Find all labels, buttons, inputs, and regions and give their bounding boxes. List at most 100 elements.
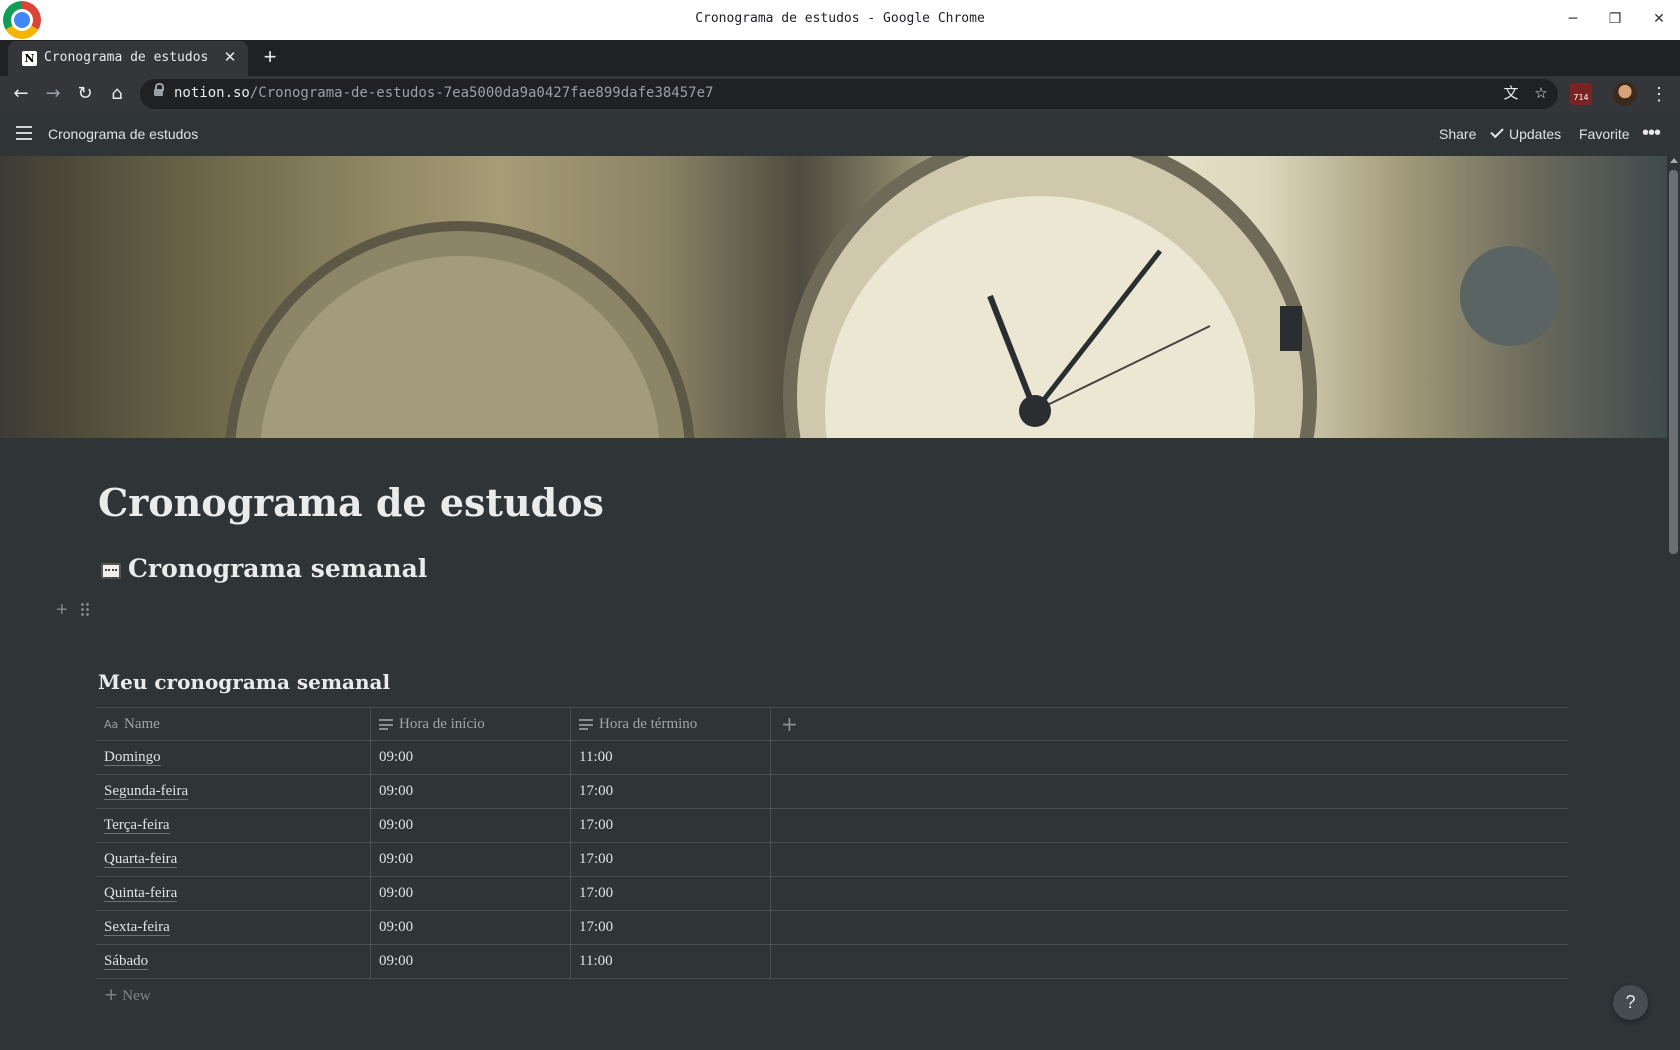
tab-close-button[interactable]: ✕ (220, 48, 240, 68)
table-row[interactable]: Segunda-feira 09:00 17:00 (96, 775, 1568, 809)
end-time-cell[interactable]: 17:00 (571, 877, 771, 911)
add-column-cell: + (771, 708, 1568, 742)
start-time-cell[interactable]: 09:00 (371, 775, 571, 809)
column-header-end[interactable]: Hora de término (571, 708, 771, 742)
column-header-label: Hora de início (399, 716, 485, 732)
name-cell[interactable]: Terça-feira (96, 809, 371, 843)
column-header-label: Hora de término (599, 716, 698, 732)
empty-cell (771, 775, 1568, 809)
end-time-cell[interactable]: 17:00 (571, 809, 771, 843)
empty-cell (771, 741, 1568, 775)
plus-icon: + (104, 985, 119, 1005)
name-cell[interactable]: Domingo (96, 741, 371, 775)
reload-button[interactable]: ↻ (72, 81, 98, 107)
end-time-cell[interactable]: 17:00 (571, 775, 771, 809)
notion-favicon-icon: N (22, 51, 37, 66)
name-cell[interactable]: Sábado (96, 945, 371, 979)
name-cell[interactable]: Quarta-feira (96, 843, 371, 877)
name-cell[interactable]: Quinta-feira (96, 877, 371, 911)
profile-avatar[interactable] (1613, 82, 1637, 106)
row-name[interactable]: Quinta-feira (104, 885, 178, 902)
start-time-cell[interactable]: 09:00 (371, 945, 571, 979)
window-titlebar: Cronograma de estudos - Google Chrome ─ … (0, 0, 1680, 40)
empty-cell (771, 809, 1568, 843)
breadcrumb[interactable]: Cronograma de estudos (48, 126, 198, 142)
row-name[interactable]: Terça-feira (104, 817, 170, 834)
column-header-start[interactable]: Hora de início (371, 708, 571, 742)
add-block-icon[interactable]: + (56, 598, 68, 622)
row-name[interactable]: Domingo (104, 749, 161, 766)
forward-button[interactable]: → (40, 81, 66, 107)
tab-strip: N Cronograma de estudos ✕ + (0, 40, 1680, 76)
lock-icon[interactable] (154, 83, 164, 99)
table-header-row: Aa Name Hora de início Hora de término + (96, 707, 1568, 742)
home-button[interactable]: ⌂ (104, 81, 130, 107)
url-host: notion.so (174, 85, 250, 101)
url-path: /Cronograma-de-estudos-7ea5000da9a0427fa… (249, 85, 714, 101)
restore-button[interactable]: ❐ (1604, 8, 1626, 30)
extension-icon[interactable]: 714 (1570, 83, 1592, 105)
updates-button[interactable]: Updates (1509, 126, 1561, 142)
name-cell[interactable]: Segunda-feira (96, 775, 371, 809)
text-property-icon (579, 719, 593, 731)
end-time-cell[interactable]: 11:00 (571, 741, 771, 775)
row-name[interactable]: Sábado (104, 953, 149, 970)
row-name[interactable]: Segunda-feira (104, 783, 189, 800)
minimize-button[interactable]: ─ (1562, 8, 1584, 30)
cover-image[interactable] (0, 156, 1667, 438)
more-options-icon[interactable]: ••• (1642, 122, 1661, 145)
notion-topbar: Cronograma de estudos Share Updates Favo… (0, 112, 1680, 156)
page-scrollbar[interactable] (1667, 156, 1680, 1050)
new-row-button[interactable]: + New (96, 979, 1568, 1011)
scroll-up-arrow-icon[interactable] (1670, 158, 1678, 163)
scroll-thumb[interactable] (1669, 170, 1678, 554)
title-property-icon: Aa (104, 718, 119, 731)
text-property-icon (379, 719, 393, 731)
browser-toolbar: ← → ↻ ⌂ notion.so/Cronograma-de-estudos-… (0, 76, 1680, 112)
address-bar[interactable]: notion.so/Cronograma-de-estudos-7ea5000d… (140, 79, 1558, 109)
back-button[interactable]: ← (8, 81, 34, 107)
end-time-cell[interactable]: 11:00 (571, 945, 771, 979)
favorite-button[interactable]: Favorite (1579, 126, 1630, 142)
calendar-emoji-icon (101, 563, 121, 579)
page-title[interactable]: Cronograma de estudos (98, 480, 604, 525)
table-row[interactable]: Quarta-feira 09:00 17:00 (96, 843, 1568, 877)
section-heading[interactable]: Cronograma semanal (128, 554, 427, 583)
url-text[interactable]: notion.so/Cronograma-de-estudos-7ea5000d… (174, 85, 713, 101)
row-name[interactable]: Quarta-feira (104, 851, 178, 868)
check-icon (1490, 124, 1504, 139)
table-row[interactable]: Domingo 09:00 11:00 (96, 741, 1568, 775)
start-time-cell[interactable]: 09:00 (371, 877, 571, 911)
help-button[interactable]: ? (1613, 985, 1648, 1020)
table-row[interactable]: Terça-feira 09:00 17:00 (96, 809, 1568, 843)
end-time-cell[interactable]: 17:00 (571, 911, 771, 945)
drag-handle-icon[interactable] (80, 602, 90, 618)
sidebar-toggle-icon[interactable] (16, 126, 32, 140)
table-row[interactable]: Sábado 09:00 11:00 (96, 945, 1568, 979)
window-title: Cronograma de estudos - Google Chrome (695, 11, 985, 26)
empty-cell (771, 911, 1568, 945)
new-tab-button[interactable]: + (258, 46, 282, 70)
bookmark-star-icon[interactable]: ☆ (1530, 83, 1552, 105)
chrome-menu-icon[interactable]: ⋮ (1649, 81, 1669, 107)
table-row[interactable]: Quinta-feira 09:00 17:00 (96, 877, 1568, 911)
column-header-name[interactable]: Aa Name (96, 708, 371, 742)
close-window-button[interactable]: ✕ (1648, 8, 1670, 30)
tab-title: Cronograma de estudos (44, 50, 209, 65)
row-name[interactable]: Sexta-feira (104, 919, 170, 936)
translate-icon[interactable]: 文 (1500, 83, 1522, 105)
table-row[interactable]: Sexta-feira 09:00 17:00 (96, 911, 1568, 945)
empty-cell (771, 843, 1568, 877)
start-time-cell[interactable]: 09:00 (371, 843, 571, 877)
share-button[interactable]: Share (1439, 126, 1476, 142)
name-cell[interactable]: Sexta-feira (96, 911, 371, 945)
end-time-cell[interactable]: 17:00 (571, 843, 771, 877)
database-table: Aa Name Hora de início Hora de término +… (96, 707, 1568, 1011)
start-time-cell[interactable]: 09:00 (371, 911, 571, 945)
empty-cell (771, 877, 1568, 911)
start-time-cell[interactable]: 09:00 (371, 809, 571, 843)
add-column-icon[interactable]: + (781, 708, 798, 740)
tab-cronograma[interactable]: N Cronograma de estudos ✕ (8, 41, 248, 76)
start-time-cell[interactable]: 09:00 (371, 741, 571, 775)
database-title[interactable]: Meu cronograma semanal (98, 670, 390, 694)
